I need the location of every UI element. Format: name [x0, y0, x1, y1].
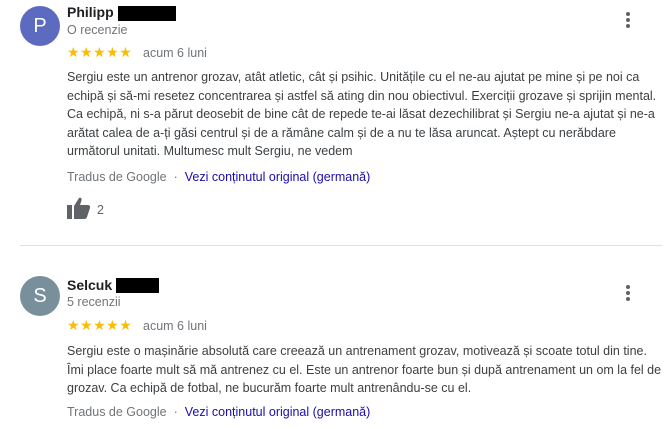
- more-options-icon[interactable]: [620, 283, 636, 303]
- reviewer-review-count: 5 recenzii: [67, 295, 121, 309]
- like-count: 2: [97, 203, 104, 217]
- separator: ·: [173, 405, 178, 419]
- view-original-link[interactable]: Vezi conținutul original (germană): [185, 405, 371, 419]
- view-original-link[interactable]: Vezi conținutul original (germană): [185, 170, 371, 184]
- reviewer-review-count: O recenzie: [67, 23, 128, 37]
- reviewer-name[interactable]: Philipp: [67, 4, 114, 20]
- avatar[interactable]: P: [20, 6, 60, 46]
- review-date: acum 6 luni: [143, 46, 207, 60]
- review-text: Sergiu este o mașinărie absolută care cr…: [67, 344, 662, 395]
- review-card: S Selcuk 5 recenzii ★★★★★ acum 6 luni Se…: [0, 265, 672, 429]
- separator: ·: [173, 170, 178, 184]
- translation-footer: Tradus de Google · Vezi conținutul origina…: [67, 405, 370, 419]
- review-card: P Philipp O recenzie ★★★★★ acum 6 luni S…: [0, 0, 672, 245]
- redacted-surname: [118, 6, 176, 21]
- star-rating: ★★★★★: [67, 44, 133, 60]
- avatar[interactable]: S: [20, 276, 60, 316]
- translated-by-label: Tradus de Google: [67, 170, 167, 184]
- reviewer-name[interactable]: Selcuk: [67, 277, 112, 293]
- translated-by-label: Tradus de Google: [67, 405, 167, 419]
- star-rating: ★★★★★: [67, 317, 133, 333]
- thumbs-up-icon[interactable]: [67, 197, 91, 224]
- translation-footer: Tradus de Google · Vezi conținutul origina…: [67, 170, 370, 184]
- redacted-surname: [116, 278, 159, 293]
- more-options-icon[interactable]: [620, 10, 636, 30]
- review-text: Sergiu este un antrenor grozav, atât atl…: [67, 70, 657, 158]
- review-date: acum 6 luni: [143, 319, 207, 333]
- review-divider: [20, 245, 662, 246]
